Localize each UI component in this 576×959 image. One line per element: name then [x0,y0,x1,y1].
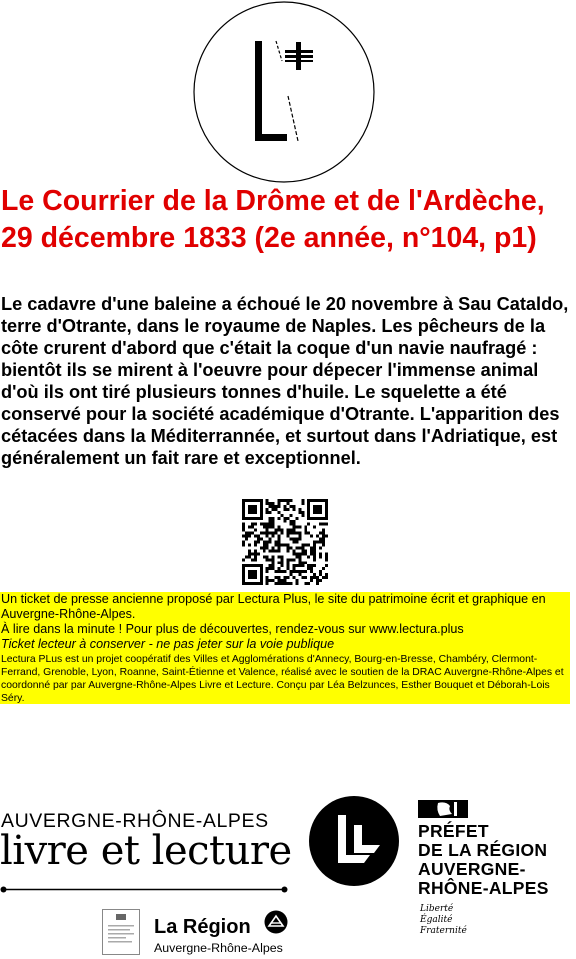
arl-logo-bottom: livre et lecture [0,828,292,874]
ticket-info-box: Un ticket de presse ancienne proposé par… [0,592,570,704]
region-subtitle: Auvergne-Rhône-Alpes [154,941,283,955]
ticket-notice: Ticket lecteur à conserver - ne pas jete… [1,637,335,651]
prefet-line: AUVERGNE- [418,859,526,879]
ll-round-logo-icon [309,796,399,886]
ticket-read-more: À lire dans la minute ! Pour plus de déc… [1,622,464,636]
region-logo: La Région Auvergne-Rhône-Alpes [154,910,290,958]
prefet-motto: Liberté Égalité Fraternité [420,904,467,937]
ticket-credits: Lectura PLus est un projet coopératif de… [1,654,564,704]
ticket-intro: Un ticket de presse ancienne proposé par… [1,592,546,621]
prefet-title: PRÉFET DE LA RÉGION AUVERGNE- RHÔNE-ALPE… [418,822,549,898]
motto-line: Liberté [420,904,454,914]
ministry-emblem-icon [102,909,140,955]
prefet-logo: PRÉFET DE LA RÉGION AUVERGNE- RHÔNE-ALPE… [418,800,568,940]
prefet-line: RHÔNE-ALPES [418,878,549,898]
region-mountain-icon [264,910,288,934]
marianne-icon [418,800,468,818]
article-title: Le Courrier de la Drôme et de l'Ardèche,… [1,185,545,254]
prefet-line: PRÉFET [418,821,489,841]
qr-code-icon[interactable] [242,499,328,585]
prefet-line: DE LA RÉGION [418,840,548,860]
lectura-logo-icon [193,1,375,183]
arl-logo: AUVERGNE-RHÔNE-ALPES livre et lecture [0,808,292,898]
motto-line: Égalité [420,915,453,925]
arl-rule-icon [0,886,288,893]
region-name: La Région [154,916,251,938]
article-body: Le cadavre d'une baleine a échoué le 20 … [1,294,569,468]
motto-line: Fraternité [420,926,467,936]
